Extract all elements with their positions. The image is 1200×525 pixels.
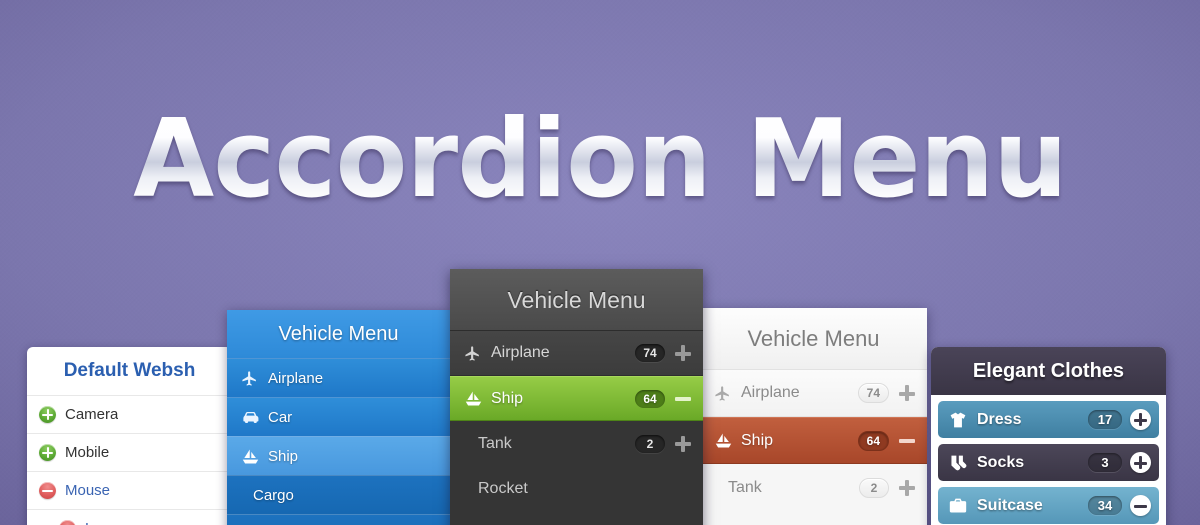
panel-header-vehicle-blue: Vehicle Menu: [227, 310, 450, 358]
ship-icon: [714, 432, 733, 449]
list-item[interactable]: Ship 64: [700, 417, 927, 464]
expand-plus-icon[interactable]: [899, 479, 915, 496]
collapse-minus-icon[interactable]: [899, 433, 915, 449]
expand-plus-icon[interactable]: [675, 345, 691, 361]
panel-header-vehicle-light: Vehicle Menu: [700, 308, 927, 370]
list-item[interactable]: Mouse: [27, 471, 232, 509]
list-item-label: Camera: [65, 406, 119, 423]
socks-icon: [948, 454, 970, 472]
list-item[interactable]: Camera: [27, 395, 232, 433]
list-item-label: Mouse: [65, 482, 111, 499]
list-item[interactable]: Ship: [227, 436, 450, 475]
list-item-label: Suitcase: [977, 496, 1043, 514]
suitcase-icon: [948, 497, 970, 515]
list-item-label: Airplane: [268, 369, 324, 387]
minus-circle-icon[interactable]: [39, 482, 56, 499]
panel-vehicle-light[interactable]: Vehicle Menu Airplane 74 Ship 64 Tank 2: [700, 308, 927, 525]
count-badge: 17: [1088, 410, 1122, 429]
list-item-label: Socks: [977, 453, 1025, 471]
clothes-list: Dress 17 Socks 3 Suitcase 34: [931, 395, 1166, 525]
count-badge: 64: [635, 389, 665, 408]
count-badge: 74: [635, 344, 665, 362]
count-badge: 74: [857, 383, 889, 403]
list-item[interactable]: Car: [227, 397, 450, 436]
panel-elegant-clothes[interactable]: Elegant Clothes Dress 17 Socks 3 Suitcas…: [931, 347, 1166, 525]
page-title: Accordion Menu: [18, 104, 1182, 216]
list-item[interactable]: Mobile: [27, 433, 232, 471]
minus-circle-icon[interactable]: [59, 520, 76, 525]
list-item-label: Ship: [491, 389, 524, 407]
airplane-icon: [241, 370, 260, 387]
list-item-label: Laser: [85, 520, 123, 525]
list-item-label: Rocket: [478, 479, 528, 497]
plus-circle-icon[interactable]: [39, 406, 56, 423]
ship-icon: [241, 448, 260, 465]
list-item[interactable]: Tank 2: [700, 464, 927, 511]
list-item-label: Dress: [977, 410, 1022, 428]
list-item-label: Airplane: [491, 344, 550, 361]
panel-header-clothes: Elegant Clothes: [931, 347, 1166, 395]
list-item-label: Mobile: [65, 444, 110, 461]
expand-plus-icon[interactable]: [1130, 452, 1151, 473]
list-item-label: Tank: [728, 478, 762, 496]
list-item[interactable]: Airplane 74: [450, 331, 703, 376]
panel-header-webshop: Default Websh: [63, 360, 196, 381]
panel-vehicle-dark[interactable]: Vehicle Menu Airplane 74 Ship 64 Tank 2: [450, 269, 703, 525]
list-item[interactable]: Laser: [27, 509, 232, 525]
count-badge: 34: [1088, 496, 1122, 515]
screenshot-canvas: Accordion Menu Default Websh Camera Mobi…: [0, 0, 1200, 525]
list-item-label: Airplane: [741, 384, 800, 401]
list-item[interactable]: Rocket: [450, 466, 703, 511]
list-item[interactable]: Rocket: [700, 511, 927, 525]
collapse-minus-icon[interactable]: [675, 391, 691, 407]
list-item[interactable]: Dress 17: [938, 401, 1159, 438]
airplane-icon: [714, 385, 733, 402]
count-badge: 64: [857, 430, 889, 451]
list-item[interactable]: Socks 3: [938, 444, 1159, 481]
list-item[interactable]: [227, 514, 450, 525]
list-item[interactable]: Tank 2: [450, 421, 703, 466]
panel-vehicle-blue[interactable]: Vehicle Menu Airplane Car Ship Cargo: [227, 310, 450, 525]
panel-default-webshop[interactable]: Default Websh Camera Mobile Mouse Laser: [27, 347, 232, 525]
list-item-label: Car: [268, 408, 293, 426]
ship-icon: [464, 390, 483, 407]
list-item[interactable]: Airplane: [227, 358, 450, 397]
airplane-icon: [464, 345, 483, 362]
car-icon: [241, 410, 260, 425]
list-item[interactable]: Helicopter: [450, 511, 703, 525]
list-item[interactable]: Airplane 74: [700, 370, 927, 417]
count-badge: 3: [1088, 453, 1122, 472]
count-badge: 2: [859, 477, 889, 498]
list-item[interactable]: Cargo: [227, 475, 450, 514]
list-item[interactable]: Suitcase 34: [938, 487, 1159, 524]
expand-plus-icon[interactable]: [1130, 409, 1151, 430]
list-item-label: Ship: [268, 447, 299, 465]
list-item[interactable]: Ship 64: [450, 376, 703, 421]
tshirt-icon: [948, 411, 970, 429]
plus-circle-icon[interactable]: [39, 444, 56, 461]
list-item-label: Cargo: [253, 486, 294, 504]
panel-header-vehicle-dark: Vehicle Menu: [450, 269, 703, 331]
list-item-label: Tank: [478, 434, 512, 452]
count-badge: 2: [635, 434, 665, 453]
expand-plus-icon[interactable]: [675, 435, 691, 452]
expand-plus-icon[interactable]: [899, 385, 915, 401]
list-item-label: Ship: [741, 431, 774, 449]
collapse-minus-icon[interactable]: [1130, 495, 1151, 516]
